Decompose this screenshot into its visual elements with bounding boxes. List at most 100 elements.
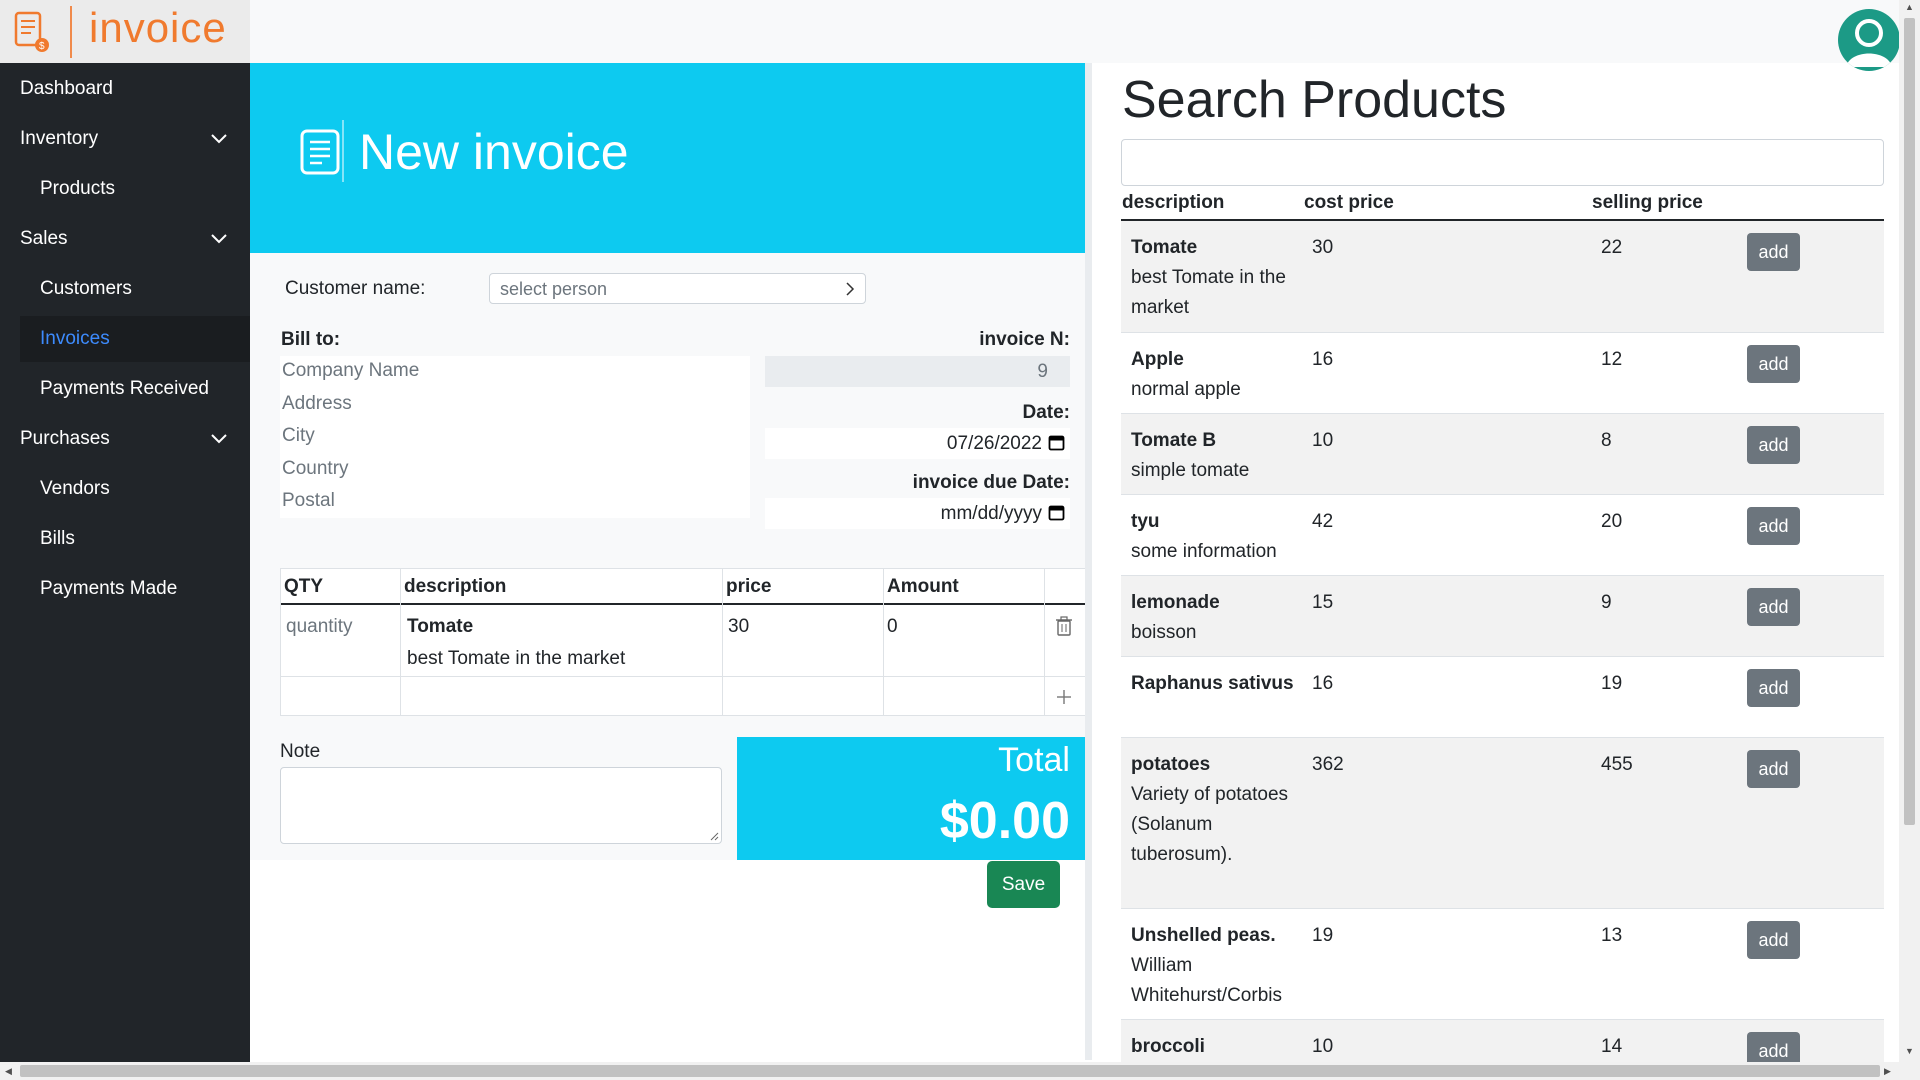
product-description: William Whitehurst/Corbis xyxy=(1131,955,1282,1006)
horizontal-scroll-thumb[interactable] xyxy=(20,1065,1880,1077)
product-name-cell: Tomate best Tomate in the market xyxy=(1131,233,1301,323)
date-value: 07/26/2022 xyxy=(946,433,1042,454)
table-col-rule xyxy=(722,568,723,716)
country-field[interactable]: Country xyxy=(282,458,349,480)
product-row: tyu some information 42 20 add xyxy=(1121,495,1884,576)
page-title: New invoice xyxy=(359,124,629,180)
quantity-input[interactable]: quantity xyxy=(286,616,353,638)
sidebar-item-label: Products xyxy=(40,178,115,199)
calendar-icon[interactable] xyxy=(1048,434,1065,451)
product-name: potatoes xyxy=(1131,754,1211,775)
add-product-button[interactable]: add xyxy=(1747,921,1800,959)
sidebar-item-sales[interactable]: Sales xyxy=(0,216,250,262)
sidebar-item-label: Sales xyxy=(20,228,68,249)
sidebar-item-purchases[interactable]: Purchases xyxy=(0,416,250,462)
table-col-rule xyxy=(883,568,884,716)
product-cost: 10 xyxy=(1312,430,1334,451)
col-header-selling-price: selling price xyxy=(1592,192,1703,213)
product-cost: 15 xyxy=(1312,592,1334,613)
col-header-description: description xyxy=(1122,192,1225,213)
product-name-cell: lemonade boisson xyxy=(1131,588,1301,648)
add-product-button[interactable]: add xyxy=(1747,669,1800,707)
sidebar-item-customers[interactable]: Customers xyxy=(0,266,250,312)
product-selling-price: 455 xyxy=(1601,754,1633,775)
product-name-cell: Unshelled peas. William Whitehurst/Corbis xyxy=(1131,921,1301,1011)
item-price: 30 xyxy=(728,616,750,637)
product-row: Raphanus sativus 16 19 add xyxy=(1121,657,1884,738)
calendar-icon[interactable] xyxy=(1048,504,1065,521)
product-row: potatoes Variety of potatoes (Solanum tub… xyxy=(1121,738,1884,909)
sidebar-item-label: Purchases xyxy=(20,428,110,449)
address-field[interactable]: Address xyxy=(282,393,352,415)
date-field[interactable]: 07/26/2022 xyxy=(765,428,1070,459)
note-textarea[interactable] xyxy=(280,767,722,844)
col-header-cost-price: cost price xyxy=(1304,192,1394,213)
vertical-scroll-thumb[interactable] xyxy=(1904,18,1915,825)
company-name-field[interactable]: Company Name xyxy=(282,360,419,382)
sidebar-item-label: Inventory xyxy=(20,128,99,149)
product-name-cell: broccoli xyxy=(1131,1032,1301,1062)
sidebar-item-bills[interactable]: Bills xyxy=(0,516,250,562)
product-cost: 19 xyxy=(1312,925,1334,946)
product-row: broccoli 10 14 add xyxy=(1121,1020,1884,1062)
product-selling-price: 13 xyxy=(1601,925,1623,946)
scroll-left-arrow-icon[interactable]: ◀ xyxy=(5,1066,12,1077)
sidebar-item-dashboard[interactable]: Dashboard xyxy=(0,66,250,112)
add-row-icon[interactable] xyxy=(1055,688,1073,712)
product-name: Unshelled peas. xyxy=(1131,925,1276,946)
add-product-button[interactable]: add xyxy=(1747,750,1800,788)
postal-field[interactable]: Postal xyxy=(282,490,335,512)
document-icon xyxy=(300,120,344,182)
add-product-button[interactable]: add xyxy=(1747,345,1800,383)
product-selling-price: 9 xyxy=(1601,592,1612,613)
scroll-down-arrow-icon[interactable]: ▼ xyxy=(1905,1046,1914,1056)
sidebar-item-vendors[interactable]: Vendors xyxy=(0,466,250,512)
product-name-cell: potatoes Variety of potatoes (Solanum tub… xyxy=(1131,750,1291,870)
invoice-number-field: 9 xyxy=(765,356,1070,387)
product-selling-price: 14 xyxy=(1601,1036,1623,1057)
brand-name: invoice xyxy=(89,4,227,51)
product-cost: 16 xyxy=(1312,349,1334,370)
product-name: lemonade xyxy=(1131,592,1220,613)
sidebar xyxy=(0,63,250,1063)
scroll-up-arrow-icon[interactable]: ▲ xyxy=(1905,2,1914,12)
add-product-button[interactable]: add xyxy=(1747,507,1800,545)
sidebar-item-label: Bills xyxy=(40,528,75,549)
resize-handle-icon[interactable] xyxy=(709,831,719,841)
panel-divider xyxy=(1085,63,1092,1060)
note-label: Note xyxy=(280,741,321,762)
product-description: normal apple xyxy=(1131,379,1241,400)
sidebar-item-payments-made[interactable]: Payments Made xyxy=(0,566,250,612)
user-avatar[interactable] xyxy=(1838,9,1900,71)
sidebar-item-inventory[interactable]: Inventory xyxy=(0,116,250,162)
due-date-field[interactable]: mm/dd/yyyy xyxy=(765,498,1070,529)
product-name: broccoli xyxy=(1131,1036,1205,1057)
product-row: Tomate best Tomate in the market 30 22 ad… xyxy=(1121,221,1884,333)
sidebar-item-invoices[interactable]: Invoices xyxy=(20,316,250,362)
add-product-button[interactable]: add xyxy=(1747,233,1800,271)
product-name-cell: Tomate B simple tomate xyxy=(1131,426,1301,486)
total-value: $0.00 xyxy=(939,792,1070,850)
scroll-right-arrow-icon[interactable]: ▶ xyxy=(1884,1066,1891,1077)
brand[interactable]: $ invoice xyxy=(0,0,250,63)
save-button[interactable]: Save xyxy=(987,861,1060,908)
sidebar-item-payments-received[interactable]: Payments Received xyxy=(0,366,250,412)
sidebar-item-products[interactable]: Products xyxy=(0,166,250,212)
col-header-description: description xyxy=(404,576,507,597)
product-cost: 362 xyxy=(1312,754,1344,775)
item-name: Tomate xyxy=(407,616,474,637)
add-product-button[interactable]: add xyxy=(1747,1032,1800,1062)
search-input[interactable] xyxy=(1121,139,1884,186)
item-amount: 0 xyxy=(887,616,898,637)
product-name: Apple xyxy=(1131,349,1184,370)
customer-select[interactable]: select person xyxy=(489,273,866,304)
search-products-title: Search Products xyxy=(1122,71,1507,129)
add-product-button[interactable]: add xyxy=(1747,588,1800,626)
city-field[interactable]: City xyxy=(282,425,315,447)
add-product-button[interactable]: add xyxy=(1747,426,1800,464)
trash-icon[interactable] xyxy=(1055,616,1073,642)
invoice-number-label: invoice N: xyxy=(979,329,1070,350)
product-description: boisson xyxy=(1131,622,1197,643)
chevron-down-icon xyxy=(210,230,228,248)
product-name-cell: Raphanus sativus xyxy=(1131,669,1301,699)
